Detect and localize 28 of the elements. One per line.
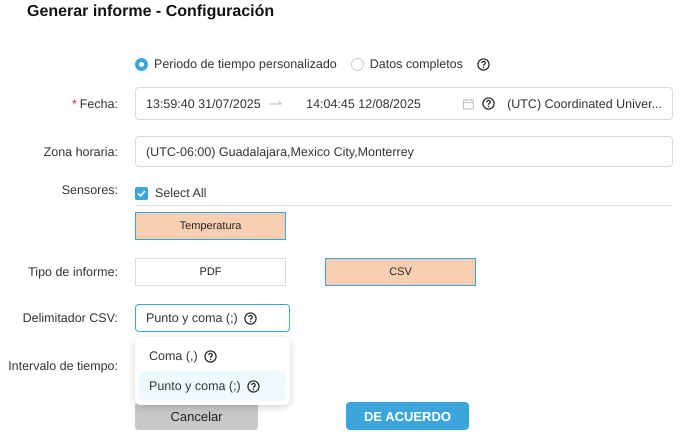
date-range-field[interactable]: 13:59:40 31/07/2025 14:04:45 12/08/2025 (UTC) Coordinated Univer... [135,87,673,120]
radio-option[interactable]: Datos completos [350,57,463,71]
field-label: Sensores: [62,183,118,197]
field-label: Fecha: [80,96,118,110]
required-mark: * [72,96,77,110]
help-icon[interactable] [482,97,496,110]
start-date: 13:59:40 31/07/2025 [146,96,262,110]
timezone-field[interactable]: (UTC-06:00) Guadalajara,Mexico City,Monterrey [135,136,673,167]
dropdown-option[interactable]: Coma (,) [139,341,286,371]
report-type-option[interactable]: PDF [135,258,286,286]
sensor-toggle[interactable]: Temperatura [135,212,286,240]
help-icon[interactable] [244,312,257,324]
field-label: Tipo de informe: [28,265,118,279]
cancel-button[interactable]: Cancelar [135,402,258,430]
checkbox-label: Select All [155,186,206,200]
help-icon[interactable] [246,380,260,392]
dialog-title: Generar informe - Configuración [26,2,276,22]
help-icon[interactable] [476,58,490,70]
timezone-value: (UTC) Coordinated Univer... [507,96,662,110]
checkbox[interactable] [135,186,148,200]
report-type-option[interactable]: CSV [325,258,476,286]
field-label: Intervalo de tiempo: [8,359,118,373]
end-date: 14:04:45 12/08/2025 [306,96,422,110]
field-label: Zona horaria: [44,144,118,158]
help-icon[interactable] [204,350,217,362]
field-label: Delimitador CSV: [22,311,118,325]
radio-option[interactable]: Periodo de tiempo personalizado [135,57,337,71]
dropdown-option[interactable]: Punto y coma (;) [139,371,286,401]
